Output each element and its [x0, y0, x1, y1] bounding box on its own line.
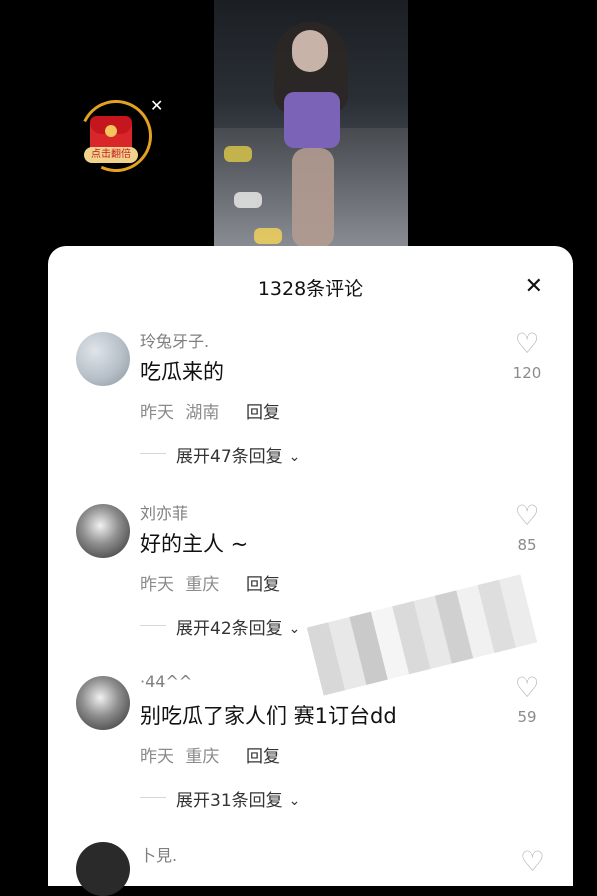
expand-replies-label: 展开42条回复	[176, 619, 283, 639]
comment-location: 重庆	[185, 747, 220, 767]
like-count: 59	[517, 708, 537, 726]
comment-meta: 昨天 湖南	[140, 398, 219, 423]
like-button[interactable]: ♡ 85	[507, 499, 547, 555]
video-car	[234, 192, 262, 208]
comments-sheet: 1328条评论 ✕ 玲兔牙子. 吃瓜来的 昨天 湖南 回复 展开47条回复 ⌄ ♡…	[48, 246, 573, 886]
heart-icon[interactable]: ♡	[520, 845, 545, 878]
divider	[140, 453, 166, 454]
comment-item: ·44^^ 别吃瓜了家人们 赛1订台dd 昨天 重庆 回复 展开31条回复 ⌄ ♡…	[48, 672, 573, 842]
chevron-down-icon: ⌄	[288, 449, 301, 465]
avatar[interactable]	[76, 676, 130, 730]
like-button[interactable]: ♡ 59	[507, 671, 547, 727]
comment-item: 玲兔牙子. 吃瓜来的 昨天 湖南 回复 展开47条回复 ⌄ ♡ 120	[48, 328, 573, 498]
video-person-top	[284, 92, 340, 148]
comment-location: 湖南	[185, 403, 220, 423]
avatar[interactable]	[76, 332, 130, 386]
video-person-face	[292, 30, 328, 72]
comment-meta: 昨天 重庆	[140, 570, 219, 595]
comments-title: 1328条评论	[257, 278, 364, 300]
like-count: 120	[512, 364, 542, 382]
comment-location: 重庆	[185, 575, 220, 595]
comment-meta: 昨天 重庆	[140, 742, 219, 767]
expand-replies-button[interactable]: 展开42条回复 ⌄	[176, 614, 300, 639]
expand-replies-label: 展开47条回复	[176, 447, 283, 467]
reply-button[interactable]: 回复	[246, 570, 280, 595]
avatar[interactable]	[76, 842, 130, 896]
expand-replies-label: 展开31条回复	[176, 791, 283, 811]
comment-username[interactable]: 刘亦菲	[140, 500, 188, 524]
comment-username[interactable]: ·44^^	[140, 672, 192, 691]
heart-icon: ♡	[514, 671, 540, 704]
video-person-legs	[292, 148, 334, 248]
like-count: 85	[517, 536, 537, 554]
close-icon[interactable]: ✕	[150, 96, 163, 115]
comment-username[interactable]: 卜見.	[140, 842, 177, 866]
video-car	[254, 228, 282, 244]
avatar[interactable]	[76, 504, 130, 558]
like-button[interactable]: ♡ 120	[507, 327, 547, 383]
expand-replies-button[interactable]: 展开47条回复 ⌄	[176, 442, 300, 467]
chevron-down-icon: ⌄	[288, 621, 301, 637]
comment-time: 昨天	[140, 747, 174, 767]
divider	[140, 625, 166, 626]
expand-replies-button[interactable]: 展开31条回复 ⌄	[176, 786, 300, 811]
reply-button[interactable]: 回复	[246, 398, 280, 423]
red-packet-label: 点击翻倍	[84, 147, 138, 163]
divider	[140, 797, 166, 798]
comment-text: 好的主人 ~	[140, 532, 249, 556]
reply-button[interactable]: 回复	[246, 742, 280, 767]
red-packet-widget[interactable]: 点击翻倍	[69, 89, 163, 183]
comment-time: 昨天	[140, 575, 174, 595]
heart-icon: ♡	[514, 499, 540, 532]
chevron-down-icon: ⌄	[288, 793, 301, 809]
comment-text: 别吃瓜了家人们 赛1订台dd	[140, 704, 397, 728]
red-packet-coin	[105, 125, 117, 137]
close-icon[interactable]: ✕	[525, 274, 543, 299]
comment-text: 吃瓜来的	[140, 360, 224, 384]
comment-username[interactable]: 玲兔牙子.	[140, 328, 209, 352]
comment-time: 昨天	[140, 403, 174, 423]
heart-icon: ♡	[514, 327, 540, 360]
video-car	[224, 146, 252, 162]
video-preview[interactable]	[214, 0, 408, 248]
